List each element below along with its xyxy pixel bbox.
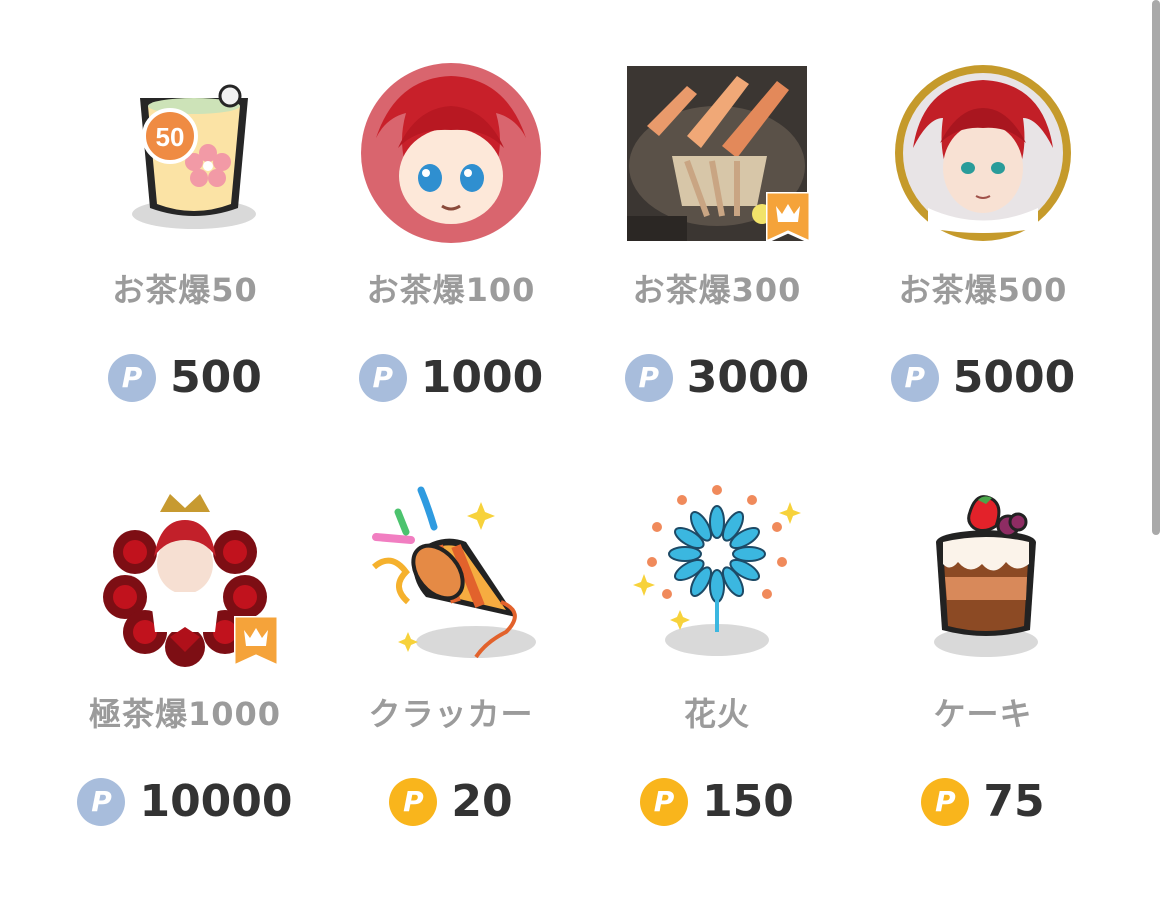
paid-point-coin-icon: P	[108, 354, 157, 402]
chibi-avatar-icon	[356, 58, 546, 248]
paid-point-coin-icon: P	[624, 354, 673, 402]
gift-item-ochabaku-500[interactable]: お茶爆500 P 5000	[850, 58, 1116, 482]
gift-item-ochabaku-100[interactable]: お茶爆100 P 1000	[318, 58, 584, 482]
gift-name: クラッカー	[368, 695, 534, 733]
free-point-coin-icon: P	[640, 778, 689, 826]
gift-name: 花火	[683, 695, 750, 733]
crab-dish-photo	[622, 58, 812, 248]
cake-icon	[888, 482, 1078, 672]
gift-price: P 20	[389, 776, 513, 827]
tea-badge-label: 50	[156, 122, 185, 152]
gift-price-amount: 3000	[686, 352, 810, 403]
gift-name: お茶爆500	[898, 271, 1068, 309]
gift-price: P 10000	[77, 776, 293, 827]
gift-item-fireworks[interactable]: 花火 P 150	[584, 482, 850, 906]
paid-point-coin-icon: P	[77, 778, 126, 826]
gift-item-cake[interactable]: ケーキ P 75	[850, 482, 1116, 906]
gift-price: P 500	[108, 354, 262, 402]
gift-item-ochabaku-300[interactable]: お茶爆300 P 3000	[584, 58, 850, 482]
gift-price-amount: 20	[451, 776, 513, 827]
gift-grid: 50 お茶爆50 P 500 お茶爆100 P 1000 お茶爆300 P 30…	[52, 58, 1116, 906]
gift-price-amount: 500	[170, 352, 262, 403]
premium-crown-badge-icon	[766, 192, 810, 244]
gift-name: ケーキ	[933, 695, 1033, 733]
free-point-coin-icon: P	[389, 778, 438, 826]
gold-frame-avatar-icon	[888, 58, 1078, 248]
gift-item-cracker[interactable]: クラッカー P 20	[318, 482, 584, 906]
gift-price: P 5000	[890, 352, 1076, 403]
tea-cup-50-icon: 50	[90, 58, 280, 248]
gift-item-gokuchabaku-1000[interactable]: 極茶爆1000 P 10000	[52, 482, 318, 906]
gift-price: P 150	[640, 778, 794, 826]
scrollbar[interactable]	[1152, 0, 1160, 535]
gift-price: P 75	[921, 776, 1045, 827]
gift-name: お茶爆50	[112, 271, 258, 309]
gift-price: P 1000	[358, 352, 544, 403]
party-popper-icon	[356, 482, 546, 672]
paid-point-coin-icon: P	[358, 354, 407, 402]
free-point-coin-icon: P	[921, 778, 970, 826]
gift-price-amount: 1000	[420, 352, 544, 403]
gift-price-amount: 150	[702, 776, 794, 827]
gift-name: お茶爆100	[366, 271, 536, 309]
gift-name: お茶爆300	[632, 271, 802, 309]
gift-price-amount: 5000	[952, 352, 1076, 403]
premium-crown-badge-icon	[234, 616, 278, 668]
gift-name: 極茶爆1000	[88, 695, 282, 733]
gift-price-amount: 75	[983, 776, 1045, 827]
paid-point-coin-icon: P	[890, 354, 939, 402]
gift-price: P 3000	[624, 352, 810, 403]
rose-crown-avatar-icon	[90, 482, 280, 672]
gift-item-ochabaku-50[interactable]: 50 お茶爆50 P 500	[52, 58, 318, 482]
gift-price-amount: 10000	[139, 776, 293, 827]
fireworks-icon	[622, 482, 812, 672]
